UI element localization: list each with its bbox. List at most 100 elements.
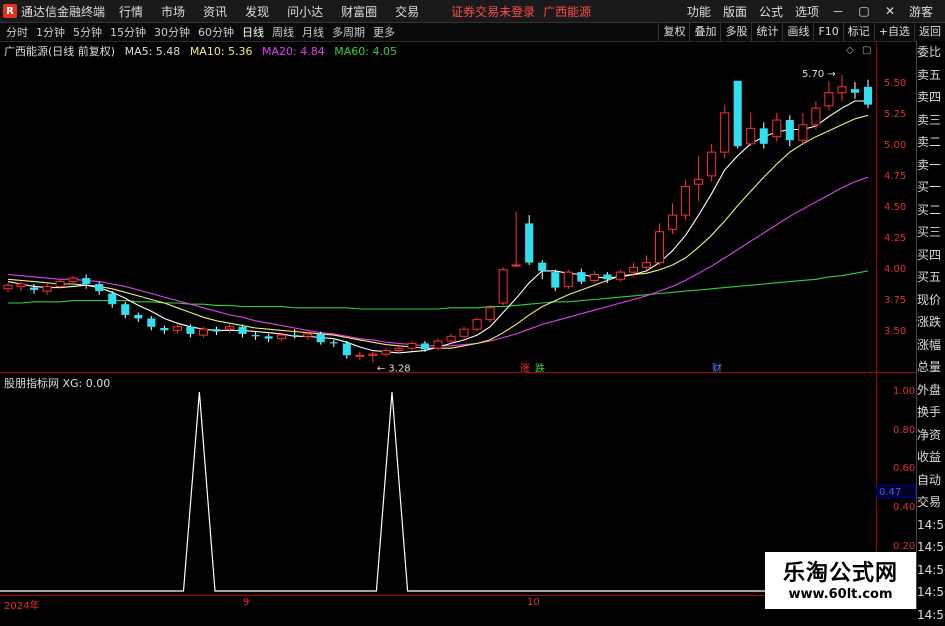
price-tick: 5.25 [884,109,906,120]
indicator-tick: 0.40 [893,502,915,513]
side-panel-item: 总量 [917,356,945,379]
price-tick: 3.75 [884,295,906,306]
ma20-label: MA20: 4.84 [262,45,325,58]
candle-body [330,342,338,343]
candle-body [734,81,742,146]
side-panel-item: 14:56 [917,559,945,582]
menu-market[interactable]: 行情 [119,3,143,20]
overlay-button[interactable]: 叠加 [689,23,720,41]
candle-body [147,318,155,326]
stats-button[interactable]: 统计 [751,23,782,41]
candle-body [682,187,690,216]
menu-layout[interactable]: 版面 [723,3,747,20]
login-notice[interactable]: 证券交易未登录 [451,3,535,20]
candle-body [460,329,468,336]
period-1min[interactable]: 1分钟 [36,24,65,40]
candle-body [773,120,781,137]
menu-trade[interactable]: 交易 [395,3,419,20]
candle-body [642,263,650,268]
indicator-chart[interactable] [0,373,876,595]
candle-body [499,270,507,303]
candle-body [43,286,51,291]
guest-user[interactable]: 游客 [909,3,933,20]
side-panel-item: 涨幅 [917,334,945,357]
period-5min[interactable]: 5分钟 [73,24,102,40]
period-tick[interactable]: 分时 [6,24,28,40]
ma10-line [8,115,868,348]
top-menu-bar: R 通达信金融终端 行情 市场 资讯 发现 问小达 财富圈 交易 证券交易未登录… [0,0,945,23]
close-icon[interactable]: ✕ [883,4,897,18]
multi-stock-button[interactable]: 多股 [720,23,751,41]
back-button[interactable]: 返回 [914,23,945,41]
menu-assistant[interactable]: 问小达 [287,3,323,20]
side-panel-item: 委比 [917,41,945,64]
period-monthly[interactable]: 月线 [302,24,324,40]
side-panel-item: 卖四 [917,86,945,109]
period-30min[interactable]: 30分钟 [154,24,190,40]
ma20-line [8,177,868,346]
menu-news[interactable]: 资讯 [203,3,227,20]
candle-body [629,267,637,272]
side-panel-item: 买三 [917,221,945,244]
mark-button[interactable]: 标记 [843,23,874,41]
period-multi[interactable]: 多周期 [332,24,365,40]
quote-side-panel: 委比卖五卖四卖三卖二卖一买一买二买三买四买五现价涨跌涨幅总量外盘换手净资收益自动… [916,41,945,609]
candle-body [721,113,729,152]
candle-body [838,87,846,93]
minimize-icon[interactable]: － [831,3,845,20]
chart-tools: 复权 叠加 多股 统计 画线 F10 标记 +自选 返回 [658,23,945,41]
candle-body [590,275,598,281]
indicator-tick: 1.00 [893,386,915,397]
candle-body [121,304,129,315]
candle-body [317,334,325,342]
adjust-button[interactable]: 复权 [658,23,689,41]
maximize-icon[interactable]: ▢ [857,4,871,18]
period-weekly[interactable]: 周线 [272,24,294,40]
candle-body [4,285,12,289]
candle-body [199,329,207,335]
menu-discover[interactable]: 发现 [245,3,269,20]
candle-body [225,327,233,329]
candle-body [603,275,611,280]
side-panel-item: 买四 [917,244,945,267]
side-panel-item: 14:56 [917,581,945,604]
draw-button[interactable]: 画线 [782,23,813,41]
candle-body [82,278,90,284]
app-logo-icon: R [3,4,17,18]
candle-body [395,348,403,350]
ma-legend: 广西能源(日线 前复权) MA5: 5.48 MA10: 5.36 MA20: … [4,43,397,59]
period-60min[interactable]: 60分钟 [198,24,234,40]
add-watchlist-button[interactable]: +自选 [874,23,914,41]
candle-body [551,272,559,287]
candle-body [186,327,194,334]
candle-body [851,89,859,93]
kline-chart[interactable]: 5.70 →← 3.28◇▢ [0,41,876,372]
ma60-label: MA60: 4.05 [334,45,397,58]
side-panel-item: 买一 [917,176,945,199]
date-label-sep: 9 [243,597,249,608]
menu-markets[interactable]: 市场 [161,3,185,20]
side-panel-item: 自动 [917,469,945,492]
period-daily[interactable]: 日线 [242,24,264,40]
side-panel-item: 交易 [917,491,945,514]
menu-function[interactable]: 功能 [687,3,711,20]
candle-body [434,341,442,348]
menu-wealth[interactable]: 财富圈 [341,3,377,20]
f10-button[interactable]: F10 [813,23,842,41]
side-panel-item: 14:56 [917,536,945,559]
period-15min[interactable]: 15分钟 [110,24,146,40]
period-toolbar: 分时 1分钟 5分钟 15分钟 30分钟 60分钟 日线 周线 月线 多周期 更… [0,23,945,42]
watermark: 乐淘公式网 www.60lt.com [765,552,916,609]
menu-formula[interactable]: 公式 [759,3,783,20]
candle-body [799,125,807,140]
side-panel-item: 买五 [917,266,945,289]
candle-body [708,152,716,176]
right-menu: 功能 版面 公式 选项 － ▢ ✕ 游客 [687,0,945,22]
candle-body [421,343,429,349]
candle-body [56,282,64,287]
period-more[interactable]: 更多 [373,24,395,40]
candle-body [538,263,546,271]
diamond-icon: ◇ [846,45,854,56]
menu-options[interactable]: 选项 [795,3,819,20]
candle-body [812,108,820,125]
